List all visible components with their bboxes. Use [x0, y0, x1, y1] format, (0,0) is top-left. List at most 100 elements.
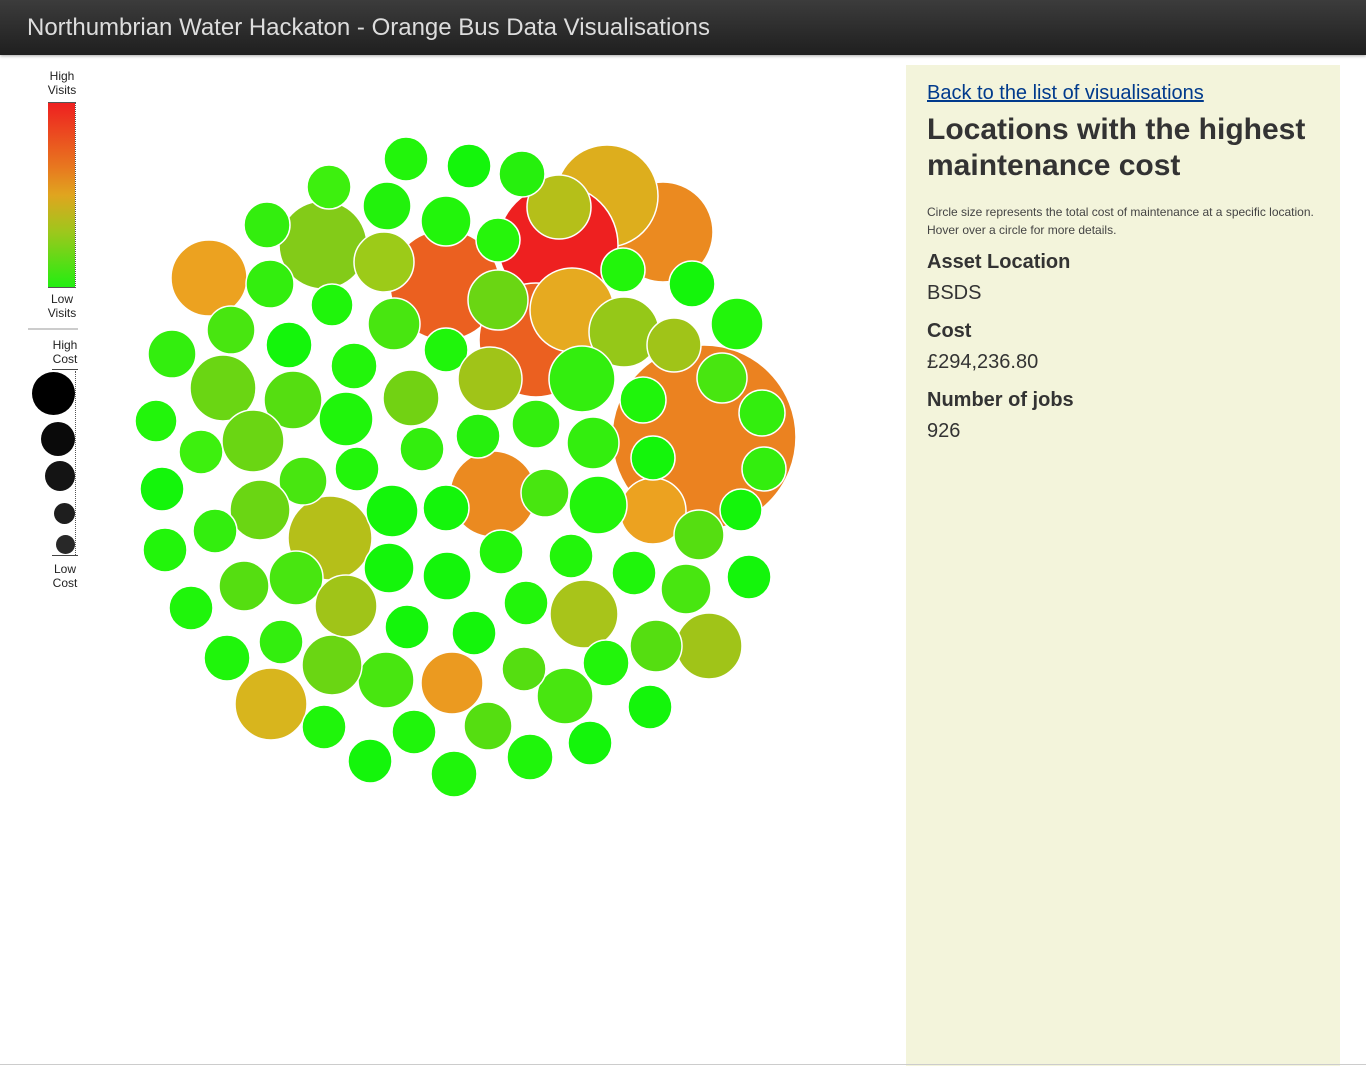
legend-cost-dotted-line — [75, 371, 76, 555]
location-bubble-28[interactable] — [310, 283, 354, 327]
location-bubble-86[interactable] — [192, 508, 238, 554]
legend-cost-low-tick — [52, 555, 78, 556]
location-bubble-20[interactable] — [446, 143, 492, 189]
location-bubble-90[interactable] — [365, 484, 419, 538]
location-bubble-77[interactable] — [399, 426, 445, 472]
location-bubble-98[interactable] — [503, 580, 549, 626]
location-bubble-14[interactable] — [420, 651, 484, 715]
asset-location-label: Asset Location — [927, 251, 1071, 273]
location-bubble-80[interactable] — [566, 416, 620, 470]
location-bubble-88[interactable] — [268, 550, 324, 606]
location-bubble-29[interactable] — [367, 297, 421, 351]
cost-size-dot-2 — [41, 422, 75, 456]
location-bubble-45[interactable] — [673, 509, 725, 561]
bubble-chart — [134, 136, 797, 798]
cost-size-dot-3 — [45, 461, 75, 491]
location-bubble-72[interactable] — [330, 342, 378, 390]
location-bubble-25[interactable] — [475, 217, 521, 263]
location-bubble-50[interactable] — [582, 639, 630, 687]
location-bubble-60[interactable] — [301, 704, 347, 750]
location-bubble-85[interactable] — [229, 479, 291, 541]
location-bubble-63[interactable] — [258, 619, 304, 665]
location-bubble-79[interactable] — [511, 399, 561, 449]
legend-visits-high-label: High Visits — [47, 69, 77, 97]
asset-location-value: BSDS — [927, 282, 982, 304]
location-bubble-99[interactable] — [451, 610, 497, 656]
location-bubble-92[interactable] — [520, 468, 570, 518]
details-panel: Back to the list of visualisations Locat… — [906, 65, 1340, 1066]
location-bubble-55[interactable] — [506, 733, 554, 781]
location-bubble-37[interactable] — [457, 346, 523, 412]
app-title[interactable]: Northumbrian Water Hackaton - Orange Bus… — [27, 14, 710, 42]
back-link[interactable]: Back to the list of visualisations — [927, 82, 1204, 105]
location-bubble-19[interactable] — [383, 136, 429, 182]
location-bubble-22[interactable] — [362, 181, 412, 231]
location-bubble-54[interactable] — [501, 646, 547, 692]
visits-color-gradient — [48, 102, 75, 288]
legend: High Visits Low Visits High Cost Low Cos… — [28, 66, 88, 596]
location-bubble-75[interactable] — [318, 391, 374, 447]
location-bubble-69[interactable] — [147, 329, 197, 379]
location-bubble-46[interactable] — [726, 554, 772, 600]
location-bubble-42[interactable] — [630, 435, 676, 481]
location-bubble-97[interactable] — [422, 551, 472, 601]
location-bubble-34[interactable] — [646, 317, 702, 373]
location-bubble-84[interactable] — [334, 446, 380, 492]
location-bubble-68[interactable] — [134, 399, 178, 443]
location-bubble-39[interactable] — [696, 352, 748, 404]
location-bubble-76[interactable] — [382, 369, 440, 427]
location-bubble-15[interactable] — [549, 579, 619, 649]
location-bubble-65[interactable] — [168, 585, 214, 631]
location-bubble-67[interactable] — [139, 466, 185, 512]
location-bubble-78[interactable] — [455, 413, 501, 459]
location-bubble-89[interactable] — [314, 574, 378, 638]
location-bubble-71[interactable] — [265, 321, 313, 369]
location-bubble-96[interactable] — [363, 542, 415, 594]
location-bubble-16[interactable] — [675, 612, 743, 680]
location-bubble-66[interactable] — [142, 527, 188, 573]
location-bubble-51[interactable] — [627, 684, 673, 730]
location-bubble-43[interactable] — [741, 446, 787, 492]
location-bubble-23[interactable] — [420, 195, 472, 247]
location-bubble-11[interactable] — [170, 239, 248, 317]
location-bubble-57[interactable] — [430, 750, 478, 798]
location-bubble-58[interactable] — [391, 709, 437, 755]
location-bubble-81[interactable] — [178, 429, 224, 475]
location-bubble-49[interactable] — [629, 619, 683, 673]
location-bubble-94[interactable] — [478, 529, 524, 575]
location-bubble-13[interactable] — [234, 667, 308, 741]
location-bubble-41[interactable] — [619, 376, 667, 424]
jobs-value: 926 — [927, 420, 961, 442]
location-bubble-93[interactable] — [568, 475, 628, 535]
location-bubble-87[interactable] — [218, 560, 270, 612]
location-bubble-61[interactable] — [357, 651, 415, 709]
location-bubble-52[interactable] — [567, 720, 613, 766]
location-bubble-95[interactable] — [548, 533, 594, 579]
location-bubble-59[interactable] — [347, 738, 393, 784]
location-bubble-40[interactable] — [738, 389, 786, 437]
location-bubble-100[interactable] — [384, 604, 430, 650]
location-bubble-91[interactable] — [422, 484, 470, 532]
location-bubble-56[interactable] — [463, 701, 513, 751]
location-bubble-26[interactable] — [243, 201, 291, 249]
location-bubble-18[interactable] — [353, 231, 415, 293]
location-bubble-44[interactable] — [719, 488, 763, 532]
legend-visits-low-label: Low Visits — [47, 292, 77, 320]
legend-divider — [28, 328, 78, 330]
location-bubble-32[interactable] — [668, 260, 716, 308]
location-bubble-38[interactable] — [548, 345, 616, 413]
location-bubble-27[interactable] — [245, 259, 295, 309]
location-bubble-82[interactable] — [221, 409, 285, 473]
location-bubble-48[interactable] — [611, 550, 657, 596]
location-bubble-62[interactable] — [301, 634, 363, 696]
location-bubble-24[interactable] — [498, 150, 546, 198]
location-bubble-70[interactable] — [206, 305, 256, 355]
location-bubble-35[interactable] — [710, 297, 764, 351]
location-bubble-31[interactable] — [600, 247, 646, 293]
page-title: Locations with the highest maintenance c… — [927, 113, 1306, 182]
location-bubble-21[interactable] — [306, 164, 352, 210]
jobs-label: Number of jobs — [927, 389, 1074, 411]
location-bubble-30[interactable] — [467, 269, 529, 331]
location-bubble-64[interactable] — [203, 634, 251, 682]
location-bubble-47[interactable] — [660, 563, 712, 615]
